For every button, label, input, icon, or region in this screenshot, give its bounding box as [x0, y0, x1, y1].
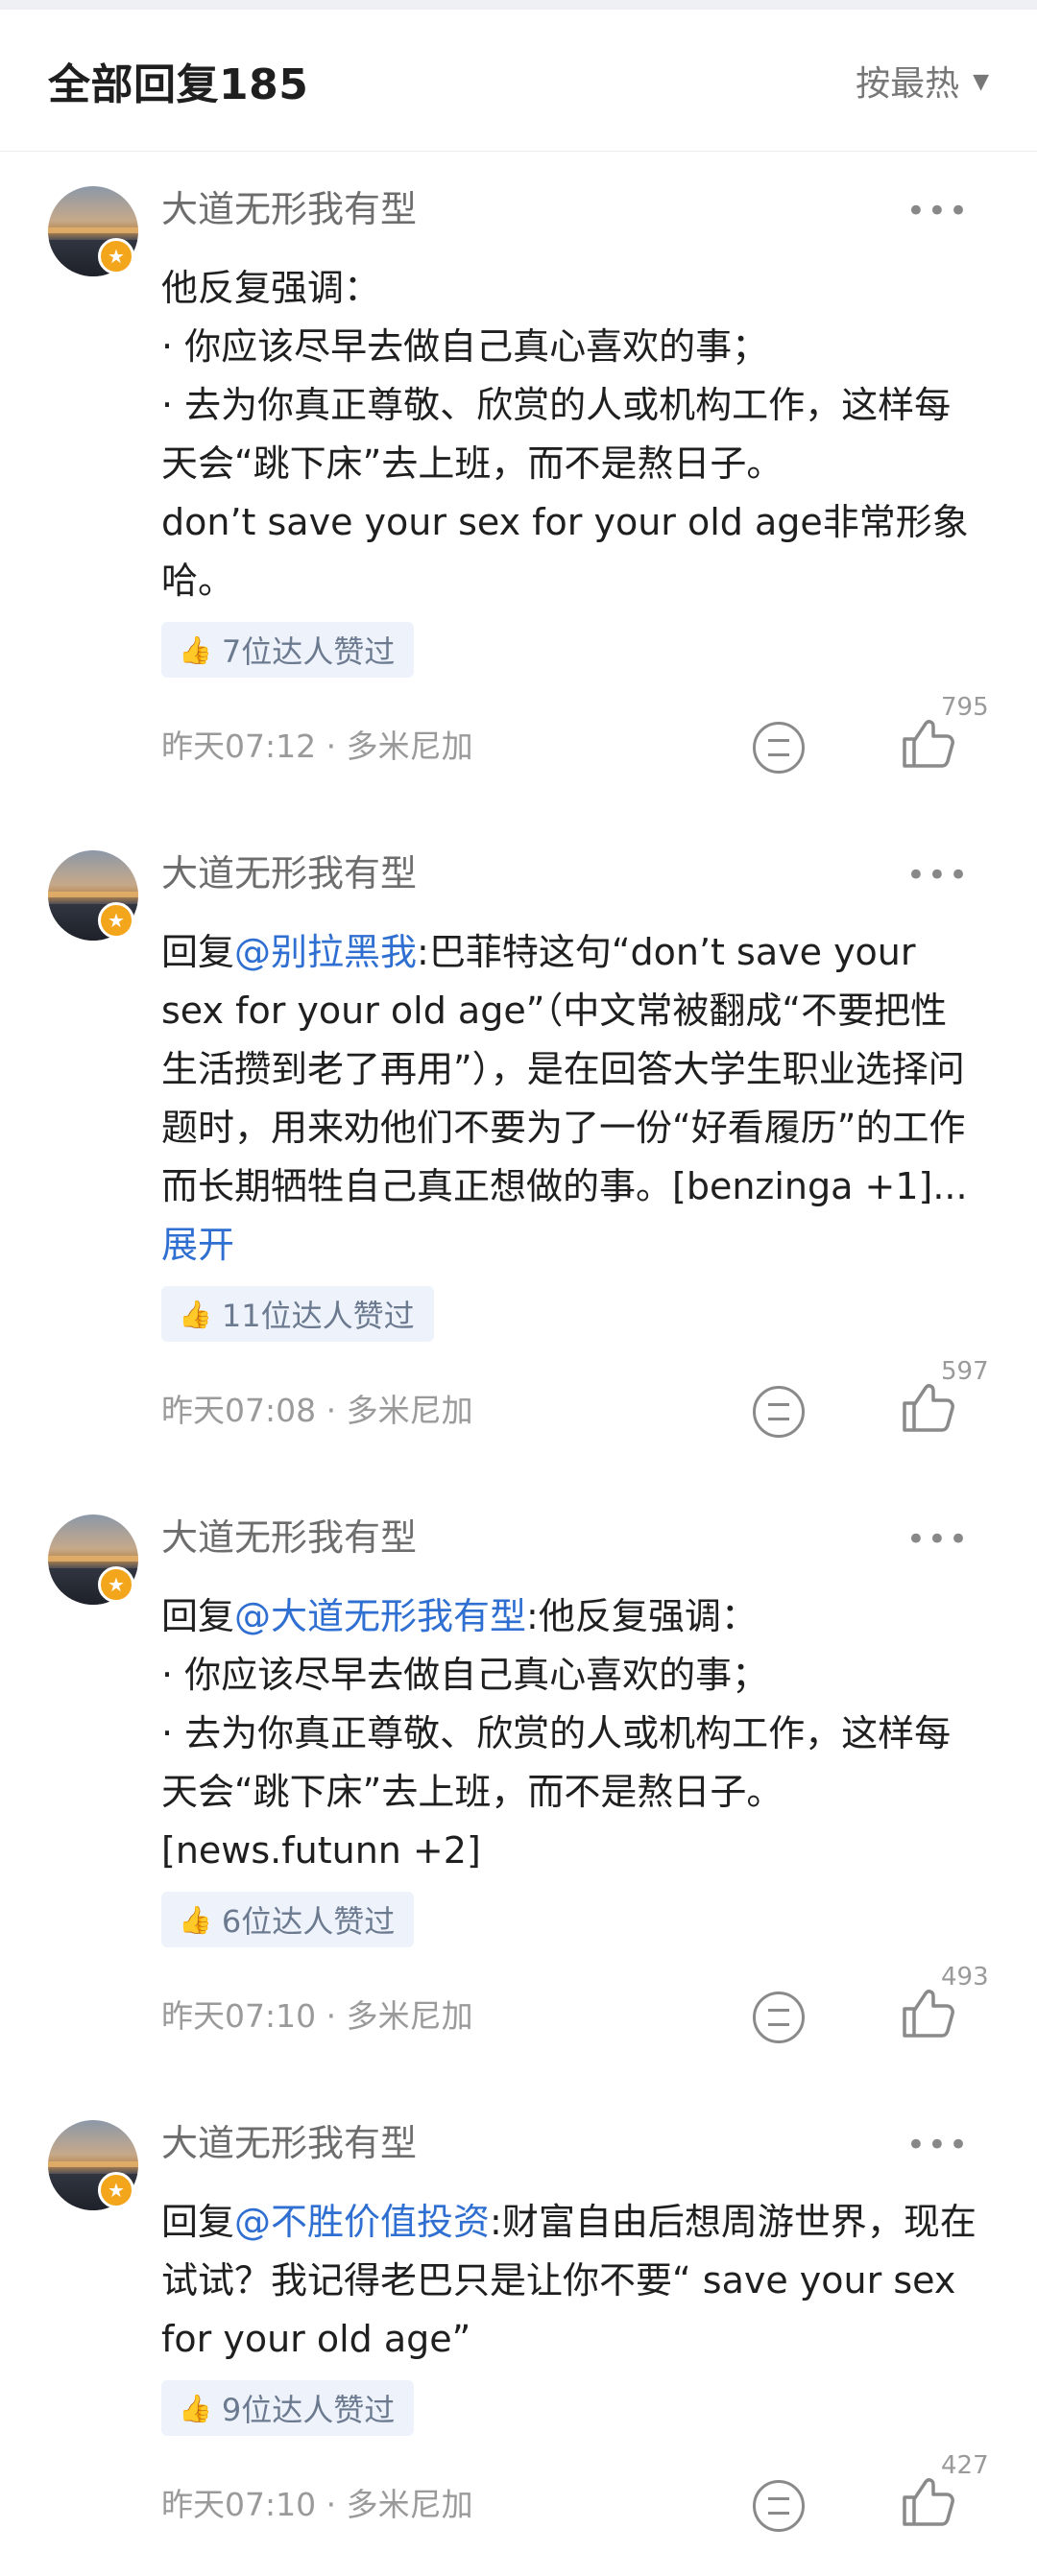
user-mention-link[interactable]: @别拉黑我 — [234, 931, 417, 973]
vip-badge-icon: ★ — [98, 1566, 134, 1603]
expert-likes-label: 9位达人赞过 — [221, 2392, 396, 2428]
author-name[interactable]: 大道无形我有型 — [161, 186, 417, 232]
thumbs-up-icon: 👍 — [179, 633, 212, 666]
like-count: 795 — [941, 693, 989, 722]
expert-likes-chip[interactable]: 👍 9位达人赞过 — [161, 2380, 415, 2436]
like-count: 493 — [941, 1963, 989, 1992]
comment-text: 回复@别拉黑我:巴菲特这句“don’t save your sex for yo… — [161, 923, 977, 1275]
time-location: 昨天07:08 · 多米尼加 — [161, 1392, 473, 1429]
sort-label: 按最热 — [856, 63, 960, 104]
more-options-icon[interactable]: ••• — [906, 192, 970, 230]
user-mention-link[interactable]: @不胜价值投资 — [234, 2201, 490, 2243]
comment-text: 他反复强调： · 你应该尽早去做自己真心喜欢的事； · 去为你真正尊敬、欣赏的人… — [161, 259, 977, 610]
reply-icon[interactable] — [753, 1992, 805, 2043]
time-location: 昨天07:10 · 多米尼加 — [161, 1997, 473, 2035]
vip-badge-icon: ★ — [98, 238, 134, 274]
reply-icon[interactable] — [753, 2480, 805, 2532]
author-name[interactable]: 大道无形我有型 — [161, 850, 417, 896]
time-location: 昨天07:12 · 多米尼加 — [161, 727, 473, 765]
comment-text-segment: 他反复强调： · 你应该尽早去做自己真心喜欢的事； · 去为你真正尊敬、欣赏的人… — [161, 267, 969, 602]
expert-likes-chip[interactable]: 👍 7位达人赞过 — [161, 622, 415, 678]
vip-badge-icon: ★ — [98, 2172, 134, 2208]
comment-text: 回复@大道无形我有型:他反复强调： · 你应该尽早去做自己真心喜欢的事； · 去… — [161, 1587, 977, 1880]
expert-likes-chip[interactable]: 👍 11位达人赞过 — [161, 1286, 434, 1342]
comment-text-segment: 回复 — [161, 931, 235, 973]
expert-likes-label: 7位达人赞过 — [221, 633, 396, 670]
comment-text: 回复@不胜价值投资:财富自由后想周游世界，现在试试？我记得老巴只是让你不要“ s… — [161, 2193, 977, 2369]
top-strip — [0, 0, 1037, 10]
replies-title: 全部回复185 — [48, 60, 309, 109]
comment-text-segment: 回复 — [161, 2201, 235, 2243]
expert-likes-label: 11位达人赞过 — [221, 1298, 415, 1334]
replies-header: 全部回复185 按最热 ▼ — [0, 10, 1037, 152]
expand-link[interactable]: 展开 — [161, 1224, 234, 1266]
thumbs-up-icon: 👍 — [179, 1298, 212, 1330]
vip-badge-icon: ★ — [98, 902, 134, 939]
expert-likes-label: 6位达人赞过 — [221, 1903, 396, 1940]
sort-dropdown[interactable]: 按最热 ▼ — [856, 56, 989, 106]
author-name[interactable]: 大道无形我有型 — [161, 2120, 417, 2166]
more-options-icon[interactable]: ••• — [906, 1520, 970, 1559]
comment-text-segment: 回复 — [161, 1595, 235, 1637]
more-options-icon[interactable]: ••• — [906, 2126, 970, 2164]
reply-icon[interactable] — [753, 722, 805, 774]
reply-icon[interactable] — [753, 1386, 805, 1438]
expert-likes-chip[interactable]: 👍 6位达人赞过 — [161, 1892, 415, 1947]
thumbs-up-icon: 👍 — [179, 1903, 212, 1936]
like-count: 597 — [941, 1357, 989, 1386]
user-mention-link[interactable]: @大道无形我有型 — [234, 1595, 526, 1637]
time-location: 昨天07:10 · 多米尼加 — [161, 2486, 473, 2523]
more-options-icon[interactable]: ••• — [906, 856, 970, 894]
like-count: 427 — [941, 2451, 989, 2480]
author-name[interactable]: 大道无形我有型 — [161, 1515, 417, 1561]
thumbs-up-icon: 👍 — [179, 2392, 212, 2424]
caret-down-icon: ▼ — [973, 70, 989, 94]
